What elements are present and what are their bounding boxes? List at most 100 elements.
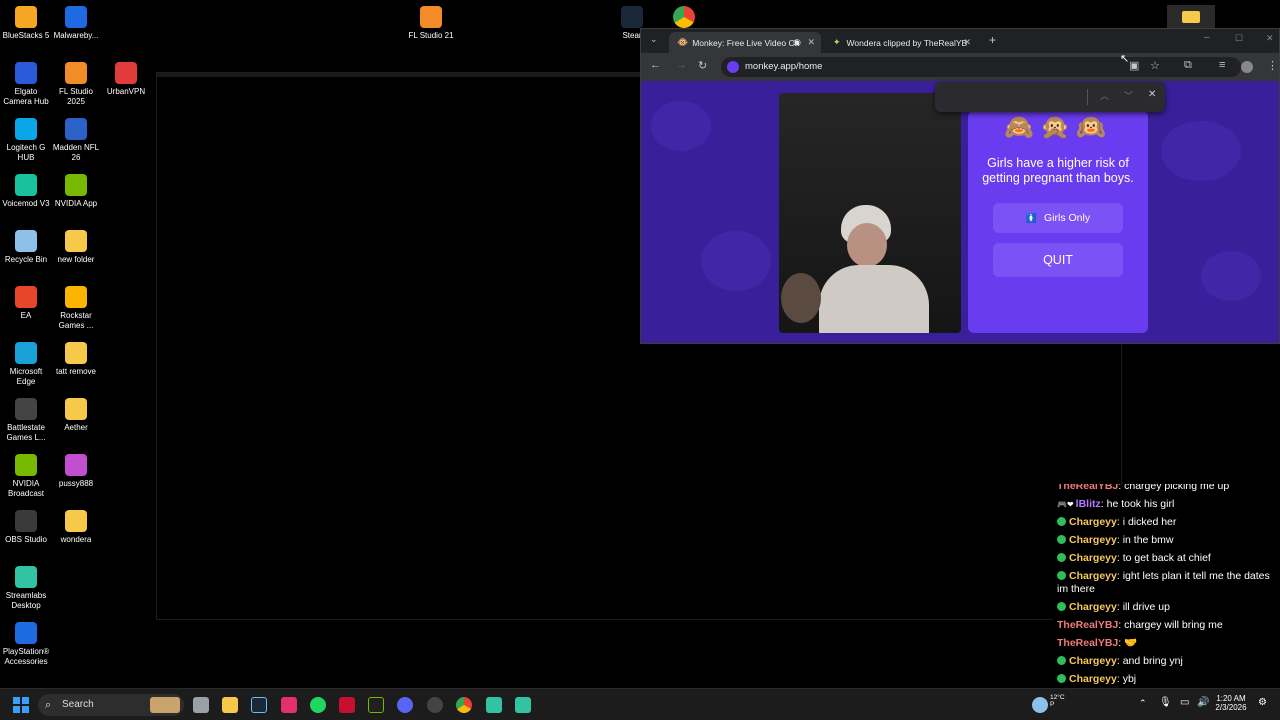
desktop-icon[interactable]: Voicemod V3 xyxy=(0,174,52,209)
weather-icon[interactable] xyxy=(1032,697,1048,713)
find-input[interactable] xyxy=(943,87,1083,107)
profile-avatar-icon[interactable] xyxy=(1241,61,1253,73)
taskbar-search[interactable]: ⌕ Search xyxy=(38,694,184,716)
instagram-icon[interactable] xyxy=(281,697,297,713)
chat-username[interactable]: Chargeyy xyxy=(1069,570,1117,582)
news-app-icon[interactable] xyxy=(339,697,355,713)
desktop-icon[interactable]: Logitech G HUB xyxy=(0,118,52,163)
desktop-icon[interactable]: tatt remove xyxy=(50,342,102,377)
desktop-icon[interactable]: pussy888 xyxy=(50,454,102,489)
url-text: monkey.app/home xyxy=(745,61,823,72)
microphone-icon[interactable]: 🎙 xyxy=(1159,697,1172,708)
app-icon xyxy=(65,286,87,308)
twitch-favicon-icon: ✦ xyxy=(833,37,841,47)
extensions-icon[interactable]: ⧉ xyxy=(1184,59,1192,72)
spotify-icon[interactable] xyxy=(310,697,326,713)
desktop-icon[interactable]: new folder xyxy=(50,230,102,265)
find-close-icon[interactable]: ✕ xyxy=(1148,89,1156,100)
notepad-icon[interactable] xyxy=(486,697,502,713)
chat-username[interactable]: lBlitz xyxy=(1076,498,1101,510)
desktop-icon[interactable]: Microsoft Edge xyxy=(0,342,52,387)
chat-message: Chargeyy: ybj xyxy=(1053,671,1280,688)
desktop-icon-label: BlueStacks 5 xyxy=(2,31,50,40)
chat-username[interactable]: Chargeyy xyxy=(1069,601,1117,613)
chat-message: TheRealYBJ: 🤝 xyxy=(1053,635,1280,653)
tray-chevron-up-icon[interactable]: ⌃ xyxy=(1139,698,1147,709)
desktop-icon[interactable]: EA xyxy=(0,286,52,321)
app-icon xyxy=(65,6,87,28)
media-control-icon[interactable]: ≡ xyxy=(1219,59,1225,71)
desktop-icon[interactable]: PlayStation® Accessories xyxy=(0,622,52,667)
chat-username[interactable]: Chargeyy xyxy=(1069,534,1117,546)
chrome-icon[interactable] xyxy=(456,697,472,713)
close-window-icon[interactable]: ✕ xyxy=(1266,33,1274,44)
desktop-icon[interactable]: Streamlabs Desktop xyxy=(0,566,52,611)
notifications-icon[interactable]: ⚙ xyxy=(1258,697,1267,708)
desktop-icon[interactable]: NVIDIA Broadcast xyxy=(0,454,52,499)
bookmark-star-icon[interactable]: ☆ xyxy=(1150,59,1160,72)
streamlabs-icon[interactable] xyxy=(515,697,531,713)
quit-button[interactable]: QUIT xyxy=(993,243,1123,277)
desktop-icon[interactable]: Rockstar Games ... xyxy=(50,286,102,331)
chat-username[interactable]: TheRealYBJ xyxy=(1057,484,1118,492)
chat-username[interactable]: TheRealYBJ xyxy=(1057,619,1118,631)
desktop-icon[interactable]: UrbanVPN xyxy=(100,62,152,97)
forward-icon[interactable]: → xyxy=(676,59,687,71)
obs-icon[interactable] xyxy=(427,697,443,713)
app-icon xyxy=(15,174,37,196)
desktop-icon[interactable]: BlueStacks 5 xyxy=(0,6,52,41)
find-previous-icon[interactable]: ︿ xyxy=(1100,89,1109,102)
desktop-icon-label: PlayStation® Accessories xyxy=(2,647,50,666)
close-tab-icon[interactable]: ✕ xyxy=(963,37,971,48)
task-view-icon[interactable] xyxy=(193,697,209,713)
desktop-icon[interactable]: Battlestate Games L... xyxy=(0,398,52,443)
chat-username[interactable]: Chargeyy xyxy=(1069,552,1117,564)
chat-text: : ill drive up xyxy=(1116,601,1170,613)
desktop-icon[interactable]: FL Studio 2025 xyxy=(50,62,102,107)
desktop-icon[interactable]: FL Studio 21 xyxy=(405,6,457,41)
find-next-icon[interactable]: ﹀ xyxy=(1124,89,1133,102)
folder-thumbnail[interactable] xyxy=(1167,5,1215,29)
steam-icon[interactable] xyxy=(251,697,267,713)
file-explorer-icon[interactable] xyxy=(222,697,238,713)
windows-start-icon[interactable] xyxy=(13,697,29,713)
minimize-icon[interactable]: – xyxy=(1204,32,1210,43)
desktop-icon-label: Battlestate Games L... xyxy=(6,423,46,442)
chat-text: : 🤝 xyxy=(1118,637,1138,649)
desktop-icon[interactable]: Elgato Camera Hub xyxy=(0,62,52,107)
chat-username[interactable]: Chargeyy xyxy=(1069,655,1117,667)
site-info-icon[interactable] xyxy=(727,61,739,73)
desktop-icon[interactable]: Aether xyxy=(50,398,102,433)
tab-monkey[interactable]: 🐵 Monkey: Free Live Video Ch ◉ ✕ xyxy=(669,32,821,53)
discord-icon[interactable] xyxy=(397,697,413,713)
chat-message: Chargeyy: and bring ynj xyxy=(1053,653,1280,671)
chat-username[interactable]: Chargeyy xyxy=(1069,516,1117,528)
clock[interactable]: 1:20 AM 2/3/2026 xyxy=(1210,694,1252,712)
tab-wondera[interactable]: ✦ Wondera clipped by TheRealYB ✕ xyxy=(825,32,977,53)
new-tab-icon[interactable]: + xyxy=(989,33,996,47)
tab-list-chevron-icon[interactable]: ⌄ xyxy=(650,34,658,45)
girls-only-button[interactable]: 🚺 Girls Only xyxy=(993,203,1123,233)
back-icon[interactable]: ← xyxy=(650,59,661,71)
girls-only-label: Girls Only xyxy=(1044,212,1091,224)
close-tab-icon[interactable]: ✕ xyxy=(807,37,815,48)
chrome-desktop-icon[interactable] xyxy=(673,6,695,28)
desktop-icon[interactable]: OBS Studio xyxy=(0,510,52,545)
maximize-icon[interactable]: ☐ xyxy=(1235,33,1243,44)
menu-kebab-icon[interactable]: ⋮ xyxy=(1267,59,1278,72)
chat-username[interactable]: Chargeyy xyxy=(1069,673,1117,685)
reload-icon[interactable]: ↻ xyxy=(698,59,707,72)
share-icon[interactable]: ▣ xyxy=(1129,59,1139,72)
nvidia-app-icon[interactable] xyxy=(368,697,384,713)
chat-message: Chargeyy: to get back at chief xyxy=(1053,550,1280,568)
desktop-icon[interactable]: NVIDIA App xyxy=(50,174,102,209)
volume-icon[interactable]: 🔊 xyxy=(1197,697,1209,708)
address-bar[interactable]: monkey.app/home xyxy=(721,57,1241,77)
desktop-icon[interactable]: Madden NFL 26 xyxy=(50,118,102,163)
desktop-icon[interactable]: Recycle Bin xyxy=(0,230,52,265)
weather-widget[interactable]: 12°C P xyxy=(1050,694,1072,708)
chat-username[interactable]: TheRealYBJ xyxy=(1057,637,1118,649)
desktop-icon[interactable]: wondera xyxy=(50,510,102,545)
desktop-icon[interactable]: Malwareby... xyxy=(50,6,102,41)
network-icon[interactable]: ▭ xyxy=(1180,697,1189,708)
